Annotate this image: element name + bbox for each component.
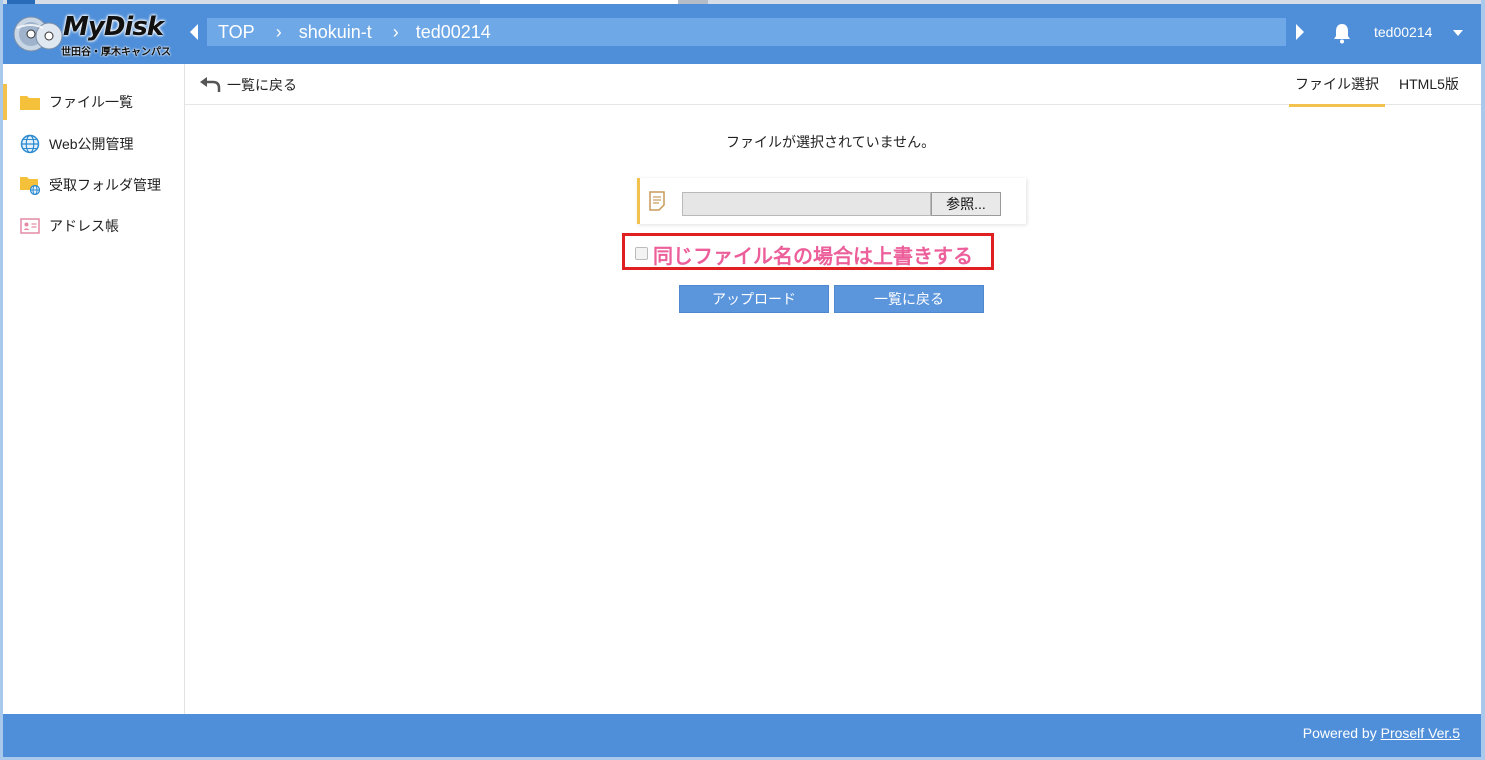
nav-next-icon[interactable] xyxy=(1294,23,1306,41)
browser-tab-strip xyxy=(3,0,1481,4)
browse-button[interactable]: 参照... xyxy=(931,192,1001,216)
powered-by-prefix: Powered by xyxy=(1302,725,1377,741)
tab-file-select[interactable]: ファイル選択 xyxy=(1289,74,1385,107)
toolbar: 一覧に戻る ファイル選択 HTML5版 xyxy=(185,64,1481,107)
user-menu[interactable]: ted00214 xyxy=(1374,24,1432,40)
back-to-list-link[interactable]: 一覧に戻る xyxy=(199,75,297,95)
browser-tab-icon xyxy=(7,0,35,4)
sidebar-item-address-book[interactable]: アドレス帳 xyxy=(3,208,184,244)
logo-campus: 世田谷・厚木キャンパス xyxy=(61,47,171,58)
back-link-label: 一覧に戻る xyxy=(227,77,297,93)
proself-link[interactable]: Proself Ver.5 xyxy=(1381,725,1460,741)
upload-button[interactable]: アップロード xyxy=(679,285,829,313)
nav-prev-icon[interactable] xyxy=(188,23,200,41)
sidebar-item-web-publish[interactable]: Web公開管理 xyxy=(3,126,184,162)
breadcrumb-item[interactable]: shokuin-t xyxy=(299,22,372,43)
sidebar-item-label: アドレス帳 xyxy=(49,218,119,234)
breadcrumb: TOP › shokuin-t › ted00214 xyxy=(207,18,1286,46)
bell-icon[interactable] xyxy=(1332,22,1352,44)
sidebar-item-file-list[interactable]: ファイル一覧 xyxy=(3,84,184,120)
overwrite-option-highlight: 同じファイル名の場合は上書きする xyxy=(622,233,994,270)
sidebar-item-receive-folder[interactable]: 受取フォルダ管理 xyxy=(3,167,184,203)
disc-icon xyxy=(13,16,63,52)
overwrite-checkbox[interactable] xyxy=(635,247,648,260)
breadcrumb-separator: › xyxy=(392,21,399,42)
sidebar-item-label: 受取フォルダ管理 xyxy=(49,177,161,193)
file-path-field[interactable] xyxy=(682,192,931,216)
sidebar-item-label: Web公開管理 xyxy=(49,136,134,152)
browser-tab[interactable] xyxy=(480,0,678,4)
document-icon xyxy=(649,191,665,211)
breadcrumb-item[interactable]: TOP xyxy=(218,22,255,43)
address-card-icon xyxy=(19,216,41,236)
undo-icon xyxy=(200,77,221,92)
folder-icon xyxy=(19,92,41,112)
powered-by: Powered by Proself Ver.5 xyxy=(1303,725,1460,741)
browser-tab-close[interactable] xyxy=(678,0,708,4)
tab-html5[interactable]: HTML5版 xyxy=(1399,74,1459,94)
header-bar: MyDisk 世田谷・厚木キャンパス TOP › shokuin-t › ted… xyxy=(3,0,1481,64)
footer: Powered by Proself Ver.5 xyxy=(3,714,1481,757)
overwrite-label[interactable]: 同じファイル名の場合は上書きする xyxy=(653,240,973,269)
sidebar: ファイル一覧 Web公開管理 受取フォルダ管理 アドレス帳 xyxy=(3,64,185,714)
breadcrumb-item[interactable]: ted00214 xyxy=(416,22,491,43)
logo-name: MyDisk xyxy=(63,12,164,42)
app-window: MyDisk 世田谷・厚木キャンパス TOP › shokuin-t › ted… xyxy=(3,0,1481,757)
back-to-list-button[interactable]: 一覧に戻る xyxy=(834,285,984,313)
globe-icon xyxy=(19,134,41,154)
folder-globe-icon xyxy=(19,175,41,195)
file-input-box: 参照... xyxy=(637,178,1026,224)
status-message: ファイルが選択されていません。 xyxy=(726,134,936,150)
chevron-down-icon[interactable] xyxy=(1453,30,1463,36)
sidebar-item-label: ファイル一覧 xyxy=(49,94,133,110)
logo[interactable]: MyDisk 世田谷・厚木キャンパス xyxy=(11,10,176,58)
breadcrumb-separator: › xyxy=(275,21,282,42)
